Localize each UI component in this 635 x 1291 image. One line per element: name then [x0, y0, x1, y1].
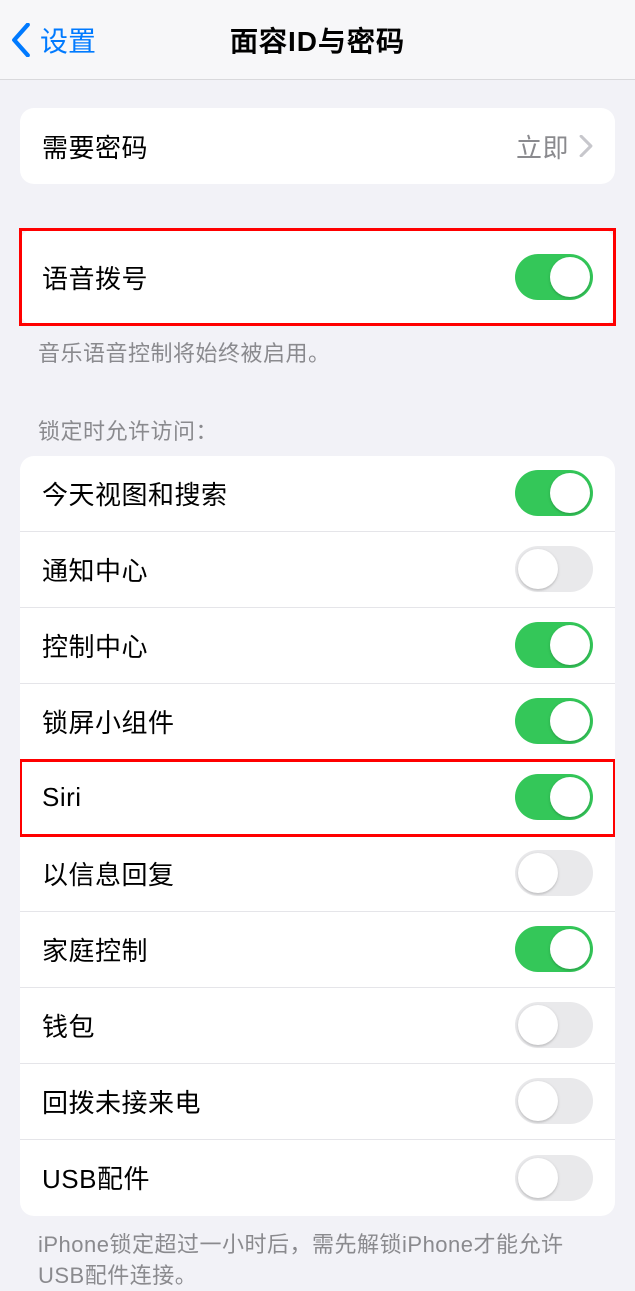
lock-access-label: 钱包 — [42, 1007, 515, 1044]
lock-access-row: 以信息回复 — [20, 836, 615, 912]
lock-access-row: USB配件 — [20, 1140, 615, 1216]
lock-access-row: 回拨未接来电 — [20, 1064, 615, 1140]
voice-dial-label: 语音拨号 — [42, 259, 515, 296]
nav-header: 设置 面容ID与密码 — [0, 0, 635, 80]
group-require-passcode: 需要密码 立即 — [20, 108, 615, 184]
lock-access-label: 回拨未接来电 — [42, 1083, 515, 1120]
lock-access-row: 家庭控制 — [20, 912, 615, 988]
row-require-passcode[interactable]: 需要密码 立即 — [20, 108, 615, 184]
lock-access-toggle[interactable] — [515, 470, 593, 516]
lock-access-toggle[interactable] — [515, 1002, 593, 1048]
lock-access-row: 钱包 — [20, 988, 615, 1064]
voice-dial-footer: 音乐语音控制将始终被启用。 — [20, 325, 615, 370]
lock-access-label: 锁屏小组件 — [42, 703, 515, 740]
require-passcode-value: 立即 — [516, 128, 569, 165]
lock-access-label: Siri — [42, 782, 515, 813]
lock-access-label: 家庭控制 — [42, 931, 515, 968]
lock-access-toggle[interactable] — [515, 1078, 593, 1124]
lock-access-toggle[interactable] — [515, 698, 593, 744]
lock-access-row: 锁屏小组件 — [20, 684, 615, 760]
back-label: 设置 — [40, 20, 96, 60]
lock-access-row: 通知中心 — [20, 532, 615, 608]
row-voice-dial: 语音拨号 — [20, 239, 615, 315]
chevron-right-icon — [579, 135, 593, 157]
lock-access-label: 控制中心 — [42, 627, 515, 664]
group-lock-access: 今天视图和搜索通知中心控制中心锁屏小组件 Siri 以信息回复家庭控制钱包回拨未接来… — [20, 456, 615, 1216]
back-button[interactable]: 设置 — [10, 20, 96, 60]
lock-access-toggle[interactable] — [515, 1155, 593, 1201]
voice-dial-highlight: 语音拨号 — [20, 229, 615, 325]
lock-access-row: 控制中心 — [20, 608, 615, 684]
usb-footer: iPhone锁定超过一小时后，需先解锁iPhone才能允许USB配件连接。 — [20, 1216, 615, 1291]
lock-access-row: 今天视图和搜索 — [20, 456, 615, 532]
lock-access-toggle[interactable] — [515, 546, 593, 592]
lock-access-header: 锁定时允许访问： — [20, 394, 615, 456]
lock-access-row: Siri — [20, 760, 615, 836]
lock-access-toggle[interactable] — [515, 774, 593, 820]
require-passcode-label: 需要密码 — [42, 128, 516, 165]
lock-access-toggle[interactable] — [515, 926, 593, 972]
lock-access-label: 今天视图和搜索 — [42, 475, 515, 512]
lock-access-label: 通知中心 — [42, 551, 515, 588]
lock-access-toggle[interactable] — [515, 850, 593, 896]
voice-dial-toggle[interactable] — [515, 254, 593, 300]
siri-highlight: Siri — [20, 760, 615, 836]
lock-access-label: 以信息回复 — [42, 855, 515, 892]
lock-access-toggle[interactable] — [515, 622, 593, 668]
group-voice-dial: 语音拨号 — [20, 229, 615, 325]
chevron-left-icon — [10, 23, 32, 57]
lock-access-label: USB配件 — [42, 1159, 515, 1196]
